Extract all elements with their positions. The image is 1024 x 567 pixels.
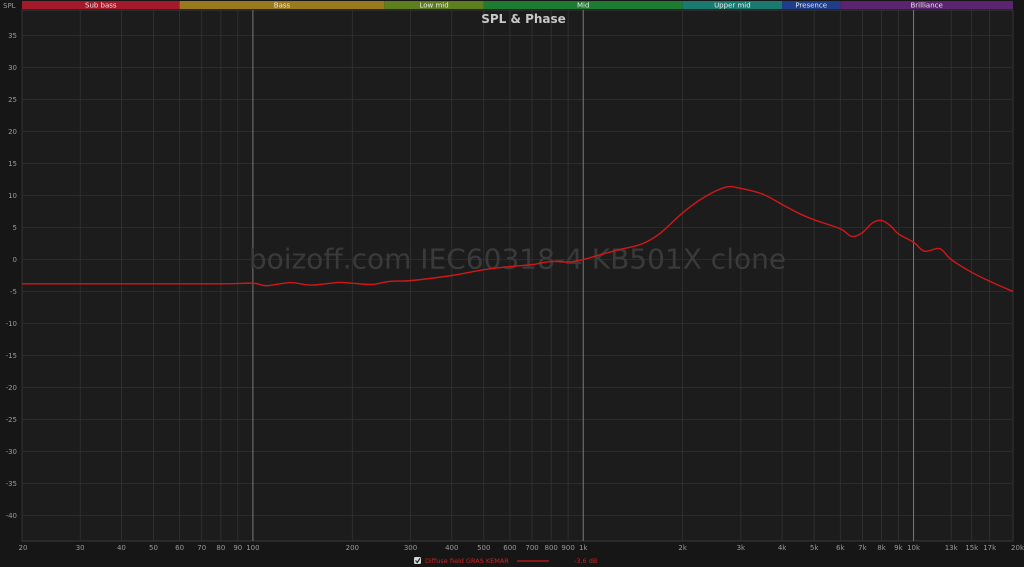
x-axis-ticks: 20 30 40 50 60 70 80 90 100 200 300 400 500 600 700 800… [19,544,1024,552]
y-tick-label: 25 [8,96,17,104]
legend-series-name: Diffuse field GRAS KEMAR [425,557,509,565]
x-tick-label: 20 [19,544,28,552]
y-tick-label: -20 [6,384,17,392]
y-axis-ticks: 35 30 25 20 15 10 5 0 -5 -10 -15 -20 -25 -30 -35 -40 [6,32,17,520]
x-tick-label: 15k [965,544,979,552]
x-tick-label: 20kHz [1011,544,1024,552]
band-label: Presence [795,2,827,10]
x-tick-label: 7k [858,544,867,552]
x-tick-label: 50 [149,544,158,552]
y-tick-label: -30 [6,448,17,456]
x-tick-label: 600 [503,544,516,552]
band-label: Bass [274,2,291,10]
x-tick-label: 4k [778,544,787,552]
frequency-bands-bar: Sub bass Bass Low mid Mid Upper mid Presence B… [22,1,1013,10]
x-tick-label: 60 [175,544,184,552]
spl-chart: Sub bass Bass Low mid Mid Upper mid Presence B… [3,1,1024,565]
y-tick-label: 5 [13,224,17,232]
chart-title: SPL & Phase [481,12,566,26]
y-tick-label: 0 [13,256,17,264]
x-tick-label: 40 [117,544,126,552]
band-label: Low mid [419,2,448,10]
spl-phase-chart-window: Sub bass Bass Low mid Mid Upper mid Presence B… [0,0,1024,567]
y-tick-label: -40 [6,512,17,520]
legend: Diffuse field GRAS KEMAR -3,6 dB [414,557,597,565]
y-tick-label: -5 [10,288,17,296]
y-tick-label: 10 [8,192,17,200]
y-tick-label: -25 [6,416,17,424]
y-tick-label: 20 [8,128,17,136]
x-tick-label: 700 [525,544,538,552]
x-tick-label: 80 [216,544,225,552]
x-tick-label: 5k [810,544,819,552]
y-tick-label: -15 [6,352,17,360]
band-label: Sub bass [85,2,117,10]
x-tick-label: 800 [545,544,558,552]
x-tick-label: 200 [346,544,359,552]
y-tick-label: 35 [8,32,17,40]
legend-series-offset[interactable]: -3,6 dB [574,557,597,565]
x-tick-label: 13k [945,544,959,552]
x-tick-label: 500 [477,544,490,552]
band-label: Upper mid [714,2,751,10]
y-tick-label: 15 [8,160,17,168]
x-tick-label: 10k [907,544,921,552]
x-tick-label: 6k [836,544,845,552]
x-tick-label: 100 [246,544,259,552]
x-tick-label: 3k [737,544,746,552]
x-tick-label: 70 [197,544,206,552]
x-tick-label: 17k [983,544,997,552]
watermark: boizoff.com IEC60318-4 KB501X clone [249,242,786,275]
x-tick-label: 90 [233,544,242,552]
band-label: Brilliance [910,2,942,10]
x-tick-label: 300 [404,544,417,552]
y-tick-label: -10 [6,320,17,328]
x-tick-label: 400 [445,544,458,552]
x-tick-label: 2k [678,544,687,552]
x-tick-label: 8k [877,544,886,552]
y-tick-label: 30 [8,64,17,72]
y-tick-label: -35 [6,480,17,488]
y-axis-label: SPL [3,2,16,10]
x-tick-label: 1k [579,544,588,552]
plot-area [21,9,1014,542]
x-tick-label: 9k [894,544,903,552]
x-tick-label: 30 [76,544,85,552]
x-tick-label: 900 [561,544,574,552]
band-label: Mid [577,2,589,10]
